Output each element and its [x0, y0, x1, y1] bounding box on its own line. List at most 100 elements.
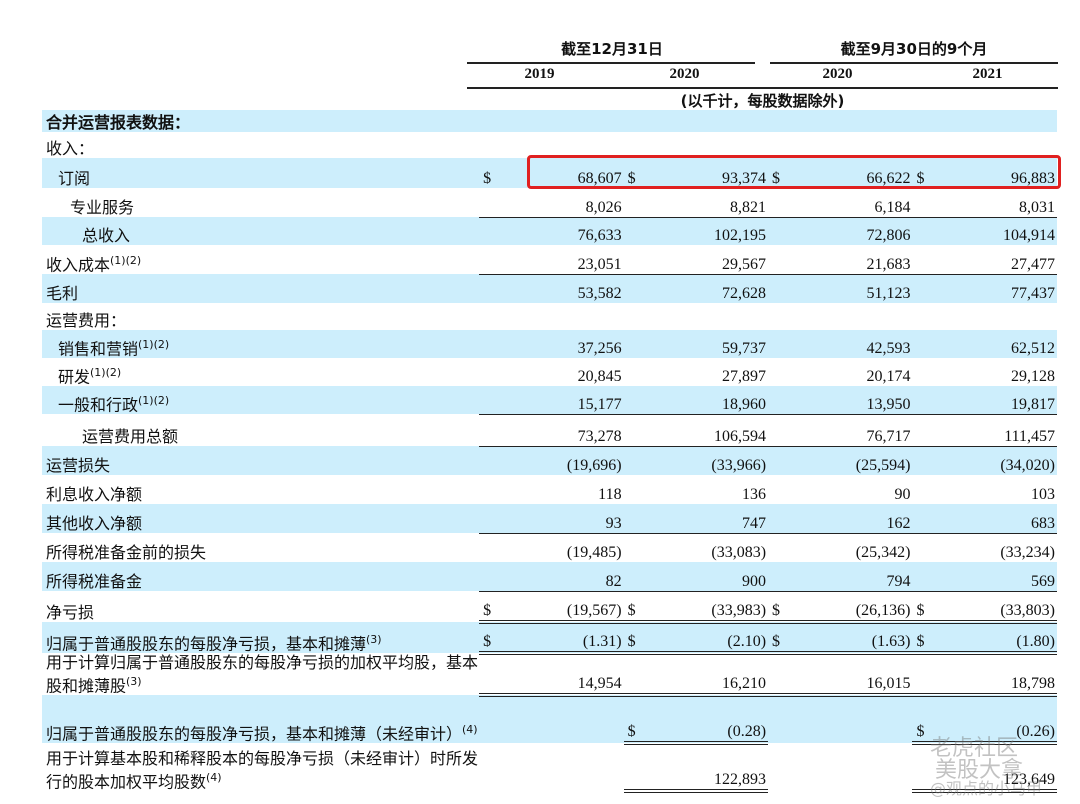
- value-cell: 72,628: [648, 274, 769, 303]
- row-label: 归属于普通股股东的每股净亏损，基本和摊薄（未经审计）(4): [42, 695, 480, 744]
- currency-sign: [479, 653, 505, 698]
- year-2020-9m: 2020: [822, 66, 853, 82]
- row-label: 研发(1)(2): [42, 358, 479, 386]
- value-cell: (19,696): [504, 446, 624, 475]
- currency-sign: [479, 562, 505, 592]
- value-cell: [937, 303, 1057, 330]
- currency-sign: [768, 188, 794, 218]
- value-cell: 106,594: [648, 414, 769, 447]
- currency-sign: [768, 358, 793, 386]
- table-row: 研发(1)(2) 20,845 27,897 20,174 29,128: [42, 358, 1057, 386]
- currency-sign: [912, 217, 938, 245]
- row-label-text: 研发: [58, 367, 91, 386]
- year-2020: 2020: [669, 66, 700, 82]
- footnote-ref: (3): [126, 675, 142, 688]
- currency-sign: [912, 475, 937, 504]
- currency-sign: [912, 330, 938, 358]
- value-cell: 683: [937, 504, 1057, 534]
- currency-sign: [768, 743, 793, 791]
- currency-sign: [479, 110, 505, 132]
- value-cell: (25,594): [793, 446, 913, 475]
- value-cell: 27,897: [722, 368, 767, 385]
- value-cell: 162: [793, 504, 913, 534]
- value-cell: [793, 303, 912, 330]
- value-cell: 8,821: [648, 188, 769, 218]
- currency-sign: [768, 217, 794, 245]
- table-row: 归属于普通股股东的每股净亏损，基本和摊薄（未经审计）(4) $ (0.28) $ (0.…: [42, 695, 1057, 746]
- row-label-text: 运营费用：: [46, 311, 127, 330]
- currency-sign: $: [623, 622, 649, 655]
- currency-sign: [912, 446, 938, 475]
- value-cell: 77,437: [937, 274, 1057, 303]
- row-label: 销售和营销(1)(2): [42, 330, 480, 358]
- table-row: 一般和行政(1)(2) 15,177 18,960 13,950 19,817: [42, 386, 1057, 415]
- currency-sign: [479, 475, 504, 504]
- footnote-ref: (4): [206, 771, 222, 784]
- table-row: 其他收入净额 93 747 162 683: [42, 504, 1057, 534]
- row-label-text: 所得税准备金: [46, 572, 143, 591]
- value-cell: [504, 695, 624, 744]
- value-cell: 29,567: [648, 245, 769, 275]
- table-row: 运营费用总额 73,278 106,594 76,717 111,457: [42, 414, 1057, 447]
- value-cell: 53,582: [504, 274, 624, 303]
- currency-sign: [768, 386, 794, 415]
- value-cell: 111,457: [937, 414, 1057, 447]
- value-cell: 59,737: [648, 330, 769, 358]
- currency-sign: $: [912, 591, 938, 624]
- row-label: 总收入: [42, 217, 480, 245]
- footnote-ref: (1)(2): [138, 393, 170, 407]
- value-cell: 569: [937, 562, 1057, 592]
- value-cell: 27,477: [937, 245, 1057, 275]
- row-label-text: 其他收入净额: [46, 514, 143, 533]
- row-label: 用于计算归属于普通股股东的每股净亏损的加权平均股，基本股和摊薄股(3): [42, 653, 479, 695]
- row-label-text: 运营费用总额: [82, 427, 179, 446]
- table-row: 运营损失 (19,696) (33,966) (25,594) (34,020): [42, 446, 1057, 475]
- currency-sign: [623, 653, 649, 698]
- divider: [467, 87, 1058, 89]
- currency-sign: [479, 743, 504, 791]
- footnote-ref: (1)(2): [90, 365, 122, 379]
- row-label-text: 归属于普通股股东的每股净亏损，基本和摊薄: [46, 634, 367, 653]
- value-cell: 42,593: [793, 330, 913, 358]
- value-cell: 16,015: [793, 653, 913, 698]
- currency-sign: [912, 358, 937, 386]
- year-2021-9m: 2021: [972, 66, 1003, 82]
- value-cell: 122,893: [648, 743, 769, 794]
- value-cell: (0.28): [648, 695, 769, 746]
- currency-sign: [623, 330, 649, 358]
- currency-sign: [912, 110, 938, 132]
- value-cell: 136: [742, 486, 767, 503]
- table-row: 所得税准备金 82 900 794 569: [42, 562, 1057, 592]
- currency-sign: [479, 132, 504, 158]
- table-row: 所得税准备金前的损失 (19,485) (33,083) (25,342) (33,23…: [42, 533, 1057, 562]
- value-cell: (33,966): [648, 446, 769, 475]
- currency-sign: [912, 653, 938, 698]
- currency-sign: [768, 653, 794, 698]
- currency-sign: [479, 245, 505, 275]
- currency-sign: $: [479, 158, 505, 188]
- currency-sign: [623, 217, 649, 245]
- currency-sign: [479, 274, 505, 303]
- value-cell: (1.63): [793, 622, 913, 655]
- currency-sign: [624, 533, 649, 562]
- value-cell: (33,083): [711, 544, 767, 561]
- value-cell: 20,174: [866, 368, 911, 385]
- row-label-text: 用于计算基本股和稀释股本的每股净亏损（未经审计）时所发行的股本加权平均股数: [46, 749, 479, 792]
- currency-sign: $: [768, 622, 794, 655]
- table-row: 利息收入净额 118 136 90 103: [42, 475, 1057, 504]
- row-label: 利息收入净额: [42, 475, 479, 504]
- row-label: 专业服务: [42, 188, 479, 217]
- value-cell: 13,950: [793, 386, 913, 415]
- footnote-ref: (1)(2): [138, 337, 170, 351]
- currency-sign: [623, 562, 649, 592]
- row-label-text: 收入：: [46, 139, 95, 158]
- value-cell: 76,633: [504, 217, 624, 245]
- currency-sign: [623, 110, 649, 132]
- value-cell: (25,342): [855, 544, 911, 561]
- value-cell: 103: [1031, 486, 1055, 503]
- currency-sign: [912, 303, 937, 330]
- currency-sign: $: [912, 622, 938, 655]
- table-row: 专业服务 8,026 8,821 6,184 8,031: [42, 188, 1057, 218]
- currency-sign: [623, 414, 649, 447]
- currency-sign: [479, 386, 505, 415]
